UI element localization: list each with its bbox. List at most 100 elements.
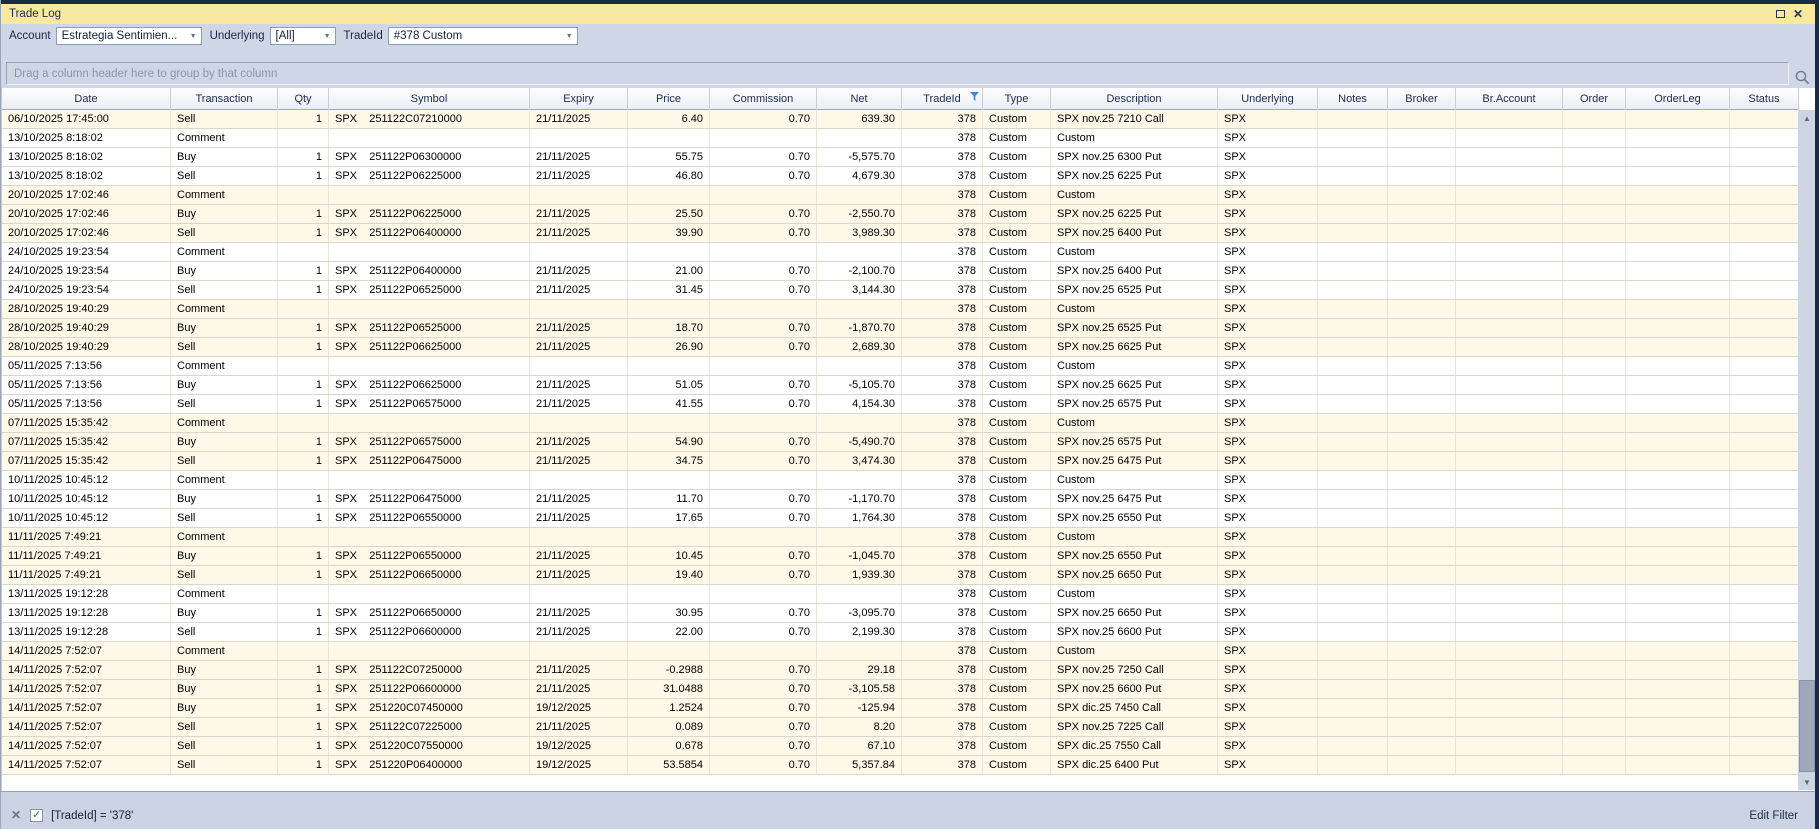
table-row[interactable]: 13/11/2025 19:12:28 Sell 1 SPX 251122P06600…	[2, 623, 1799, 642]
column-header-underlying[interactable]: Underlying	[1218, 88, 1318, 110]
table-row[interactable]: 06/10/2025 17:45:00 Sell 1 SPX 251122C07210…	[2, 110, 1799, 129]
table-row[interactable]: 24/10/2025 19:23:54 Buy 1 SPX 251122P064000…	[2, 262, 1799, 281]
column-header-transaction[interactable]: Transaction	[171, 88, 278, 110]
cell-tradeid: 378	[902, 395, 983, 413]
scroll-up-icon[interactable]: ▲	[1798, 110, 1816, 126]
table-row[interactable]: 28/10/2025 19:40:29 Comment 378 Custom Custo…	[2, 300, 1799, 319]
table-row[interactable]: 05/11/2025 7:13:56 Comment 378 Custom Custom…	[2, 357, 1799, 376]
table-row[interactable]: 24/10/2025 19:23:54 Comment 378 Custom Custo…	[2, 243, 1799, 262]
table-row[interactable]: 10/11/2025 10:45:12 Comment 378 Custom Custo…	[2, 471, 1799, 490]
column-header-broker[interactable]: Broker	[1388, 88, 1456, 110]
table-row[interactable]: 14/11/2025 7:52:07 Sell 1 SPX 251122C072250…	[2, 718, 1799, 737]
close-button[interactable]: ✕	[1789, 6, 1807, 22]
table-row[interactable]: 11/11/2025 7:49:21 Comment 378 Custom Custom…	[2, 528, 1799, 547]
cell-commission	[710, 528, 817, 546]
title-bar[interactable]: Trade Log ✕	[1, 4, 1815, 24]
maximize-button[interactable]	[1771, 6, 1789, 22]
cell-qty	[278, 300, 329, 318]
search-button[interactable]	[1792, 64, 1813, 91]
table-row[interactable]: 07/11/2025 15:35:42 Buy 1 SPX 251122P065750…	[2, 433, 1799, 452]
cell-underlying: SPX	[1218, 205, 1318, 223]
underlying-dropdown[interactable]: [All] ▼	[269, 27, 336, 45]
cell-notes	[1318, 281, 1388, 299]
cell-broker	[1388, 585, 1456, 603]
table-row[interactable]: 10/11/2025 10:45:12 Buy 1 SPX 251122P064750…	[2, 490, 1799, 509]
table-row[interactable]: 24/10/2025 19:23:54 Sell 1 SPX 251122P06525…	[2, 281, 1799, 300]
column-header-braccount[interactable]: Br.Account	[1456, 88, 1563, 110]
table-row[interactable]: 14/11/2025 7:52:07 Sell 1 SPX 251220C075500…	[2, 737, 1799, 756]
column-header-status[interactable]: Status	[1730, 88, 1799, 110]
edit-filter-link[interactable]: Edit Filter	[1749, 810, 1798, 822]
cell-orderleg	[1626, 338, 1730, 356]
table-row[interactable]: 07/11/2025 15:35:42 Comment 378 Custom Custo…	[2, 414, 1799, 433]
column-header-description[interactable]: Description	[1051, 88, 1218, 110]
account-dropdown[interactable]: Estrategia Sentimien... ▼	[55, 27, 202, 45]
remove-filter-icon[interactable]: ✕	[11, 809, 21, 822]
cell-net: -2,100.70	[817, 262, 902, 280]
cell-transaction: Comment	[171, 642, 278, 660]
cell-description: SPX nov.25 6550 Put	[1051, 509, 1218, 527]
table-row[interactable]: 11/11/2025 7:49:21 Buy 1 SPX 251122P0655000…	[2, 547, 1799, 566]
vertical-scrollbar[interactable]: ▲ ▼	[1798, 110, 1816, 790]
table-row[interactable]: 14/11/2025 7:52:07 Buy 1 SPX 251122C0725000…	[2, 661, 1799, 680]
table-row[interactable]: 13/10/2025 8:18:02 Sell 1 SPX 251122P062250…	[2, 167, 1799, 186]
cell-tradeid: 378	[902, 452, 983, 470]
filter-enabled-checkbox[interactable]: ✓	[30, 809, 44, 822]
column-header-order[interactable]: Order	[1563, 88, 1626, 110]
table-row[interactable]: 13/10/2025 8:18:02 Buy 1 SPX 251122P0630000…	[2, 148, 1799, 167]
cell-description: Custom	[1051, 129, 1218, 147]
tradeid-dropdown[interactable]: #378 Custom ▼	[387, 27, 578, 45]
scrollbar-thumb[interactable]	[1799, 680, 1815, 772]
table-row[interactable]: 05/11/2025 7:13:56 Sell 1 SPX 251122P065750…	[2, 395, 1799, 414]
table-row[interactable]: 14/11/2025 7:52:07 Comment 378 Custom Custom…	[2, 642, 1799, 661]
scroll-down-icon[interactable]: ▼	[1798, 774, 1816, 790]
table-row[interactable]: 07/11/2025 15:35:42 Sell 1 SPX 251122P06475…	[2, 452, 1799, 471]
cell-orderleg	[1626, 452, 1730, 470]
table-row[interactable]: 11/11/2025 7:49:21 Sell 1 SPX 251122P066500…	[2, 566, 1799, 585]
table-row[interactable]: 13/11/2025 19:12:28 Comment 378 Custom Custo…	[2, 585, 1799, 604]
column-header-net[interactable]: Net	[817, 88, 902, 110]
column-header-orderleg[interactable]: OrderLeg	[1626, 88, 1730, 110]
cell-broker	[1388, 414, 1456, 432]
table-row[interactable]: 13/11/2025 19:12:28 Buy 1 SPX 251122P066500…	[2, 604, 1799, 623]
cell-qty: 1	[278, 338, 329, 356]
chevron-down-icon: ▼	[323, 32, 331, 40]
cell-orderleg	[1626, 167, 1730, 185]
cell-commission	[710, 471, 817, 489]
cell-notes	[1318, 167, 1388, 185]
cell-tradeid: 378	[902, 528, 983, 546]
table-row[interactable]: 13/10/2025 8:18:02 Comment 378 Custom Custom…	[2, 129, 1799, 148]
cell-braccount	[1456, 528, 1563, 546]
column-filter-icon[interactable]	[970, 92, 979, 101]
cell-description: SPX nov.25 6475 Put	[1051, 490, 1218, 508]
table-row[interactable]: 05/11/2025 7:13:56 Buy 1 SPX 251122P0662500…	[2, 376, 1799, 395]
column-header-price[interactable]: Price	[628, 88, 710, 110]
cell-transaction: Comment	[171, 585, 278, 603]
cell-date: 11/11/2025 7:49:21	[2, 566, 171, 584]
column-header-type[interactable]: Type	[983, 88, 1051, 110]
table-row[interactable]: 28/10/2025 19:40:29 Sell 1 SPX 251122P06625…	[2, 338, 1799, 357]
table-row[interactable]: 14/11/2025 7:52:07 Sell 1 SPX 251220P064000…	[2, 756, 1799, 775]
cell-status	[1730, 186, 1799, 204]
table-row[interactable]: 28/10/2025 19:40:29 Buy 1 SPX 251122P065250…	[2, 319, 1799, 338]
table-row[interactable]: 20/10/2025 17:02:46 Sell 1 SPX 251122P06400…	[2, 224, 1799, 243]
table-row[interactable]: 10/11/2025 10:45:12 Sell 1 SPX 251122P06550…	[2, 509, 1799, 528]
cell-type: Custom	[983, 737, 1051, 755]
cell-notes	[1318, 490, 1388, 508]
cell-type: Custom	[983, 376, 1051, 394]
column-header-expiry[interactable]: Expiry	[530, 88, 628, 110]
column-header-symbol[interactable]: Symbol	[329, 88, 530, 110]
table-row[interactable]: 20/10/2025 17:02:46 Buy 1 SPX 251122P062250…	[2, 205, 1799, 224]
group-by-drop-zone[interactable]: Drag a column header here to group by th…	[6, 62, 1789, 85]
column-header-qty[interactable]: Qty	[278, 88, 329, 110]
cell-date: 14/11/2025 7:52:07	[2, 642, 171, 660]
table-row[interactable]: 14/11/2025 7:52:07 Buy 1 SPX 251220C0745000…	[2, 699, 1799, 718]
column-header-notes[interactable]: Notes	[1318, 88, 1388, 110]
table-row[interactable]: 20/10/2025 17:02:46 Comment 378 Custom Custo…	[2, 186, 1799, 205]
table-row[interactable]: 14/11/2025 7:52:07 Buy 1 SPX 251122P0660000…	[2, 680, 1799, 699]
column-header-date[interactable]: Date	[2, 88, 171, 110]
chevron-down-icon: ▼	[565, 32, 573, 40]
column-header-tradeid[interactable]: TradeId	[902, 88, 983, 110]
cell-commission	[710, 357, 817, 375]
column-header-commission[interactable]: Commission	[710, 88, 817, 110]
